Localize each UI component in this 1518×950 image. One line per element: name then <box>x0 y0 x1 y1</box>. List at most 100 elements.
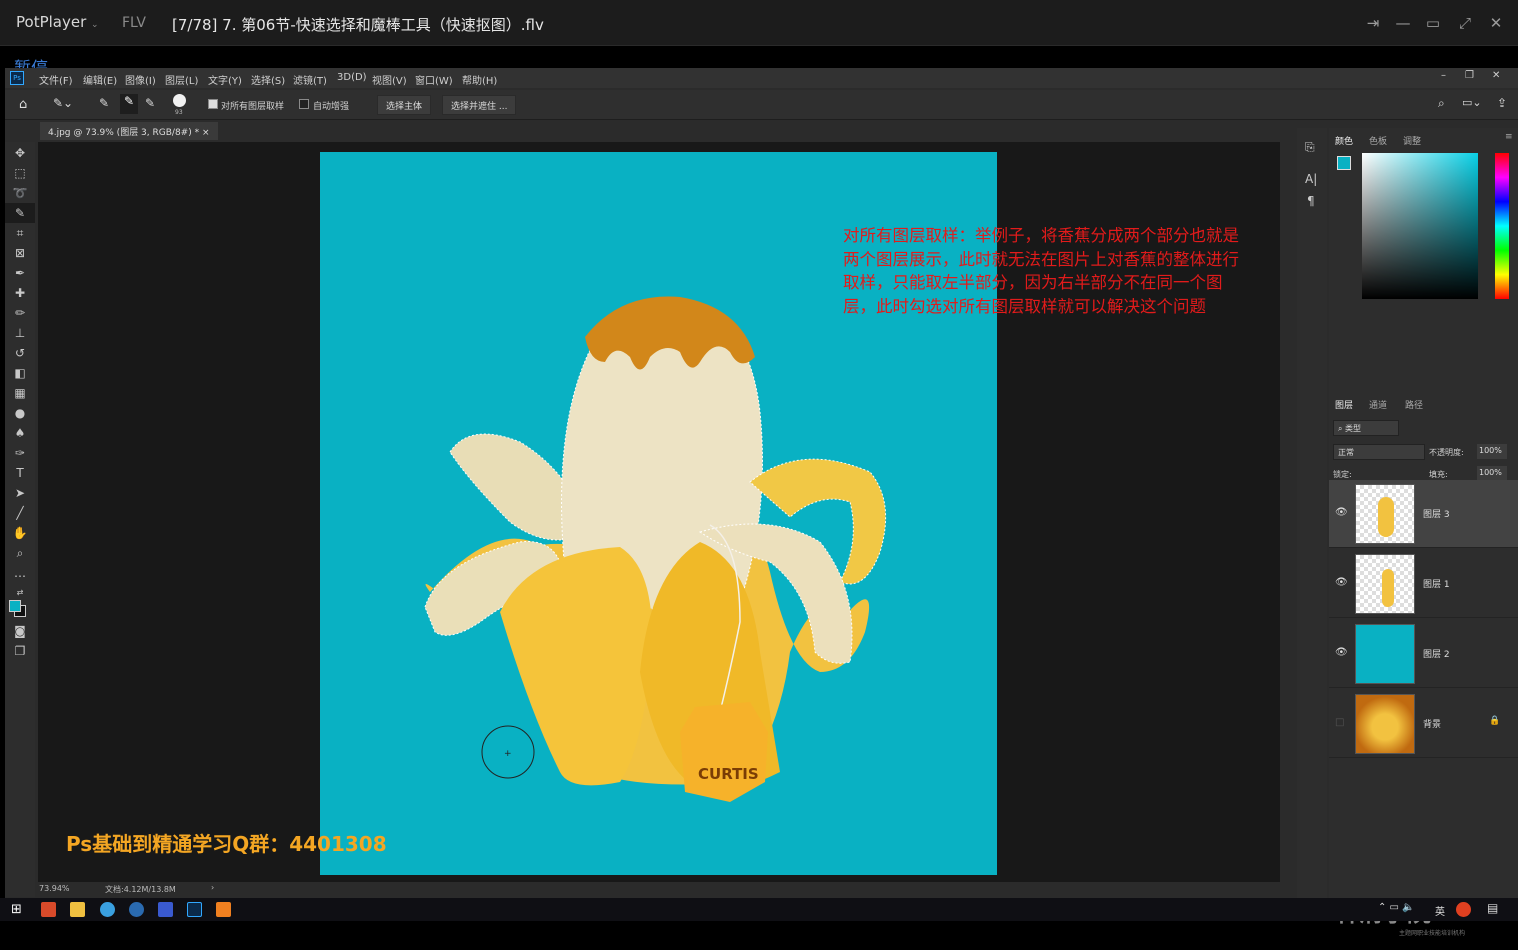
photoshop-taskbar-icon[interactable] <box>187 902 202 917</box>
panel-menu-icon[interactable]: ≡ <box>1505 132 1513 142</box>
tab-color[interactable]: 颜色 <box>1335 134 1353 147</box>
layer-row[interactable]: 👁 图层 2 <box>1329 620 1518 688</box>
pen-tool-icon[interactable]: ✑ <box>5 443 35 463</box>
hand-tool-icon[interactable]: ✋ <box>5 523 35 543</box>
color-field[interactable] <box>1362 153 1478 299</box>
zoom-tool-icon[interactable]: ⌕ <box>5 543 35 563</box>
move-tool-icon[interactable]: ✥ <box>5 143 35 163</box>
brush-preview-icon[interactable] <box>173 94 186 107</box>
hue-slider[interactable] <box>1495 153 1509 299</box>
layer-row[interactable]: 👁 图层 1 <box>1329 550 1518 618</box>
blur-tool-icon[interactable]: ● <box>5 403 35 423</box>
app-icon[interactable] <box>129 902 144 917</box>
status-chevron-icon[interactable]: › <box>211 883 214 892</box>
screen-mode-icon[interactable]: ❐ <box>5 641 35 661</box>
tab-layers[interactable]: 图层 <box>1335 398 1353 411</box>
menu-type[interactable]: 文字(Y) <box>208 72 242 87</box>
share-icon[interactable]: ⇪ <box>1497 96 1507 110</box>
menu-image[interactable]: 图像(I) <box>125 72 156 87</box>
eyedropper-tool-icon[interactable]: ✒ <box>5 263 35 283</box>
ps-restore-icon[interactable]: ❐ <box>1465 70 1474 81</box>
auto-enhance-checkbox[interactable] <box>299 99 309 109</box>
windows-start-icon[interactable]: ⊞ <box>11 902 22 917</box>
menu-view[interactable]: 视图(V) <box>372 72 407 87</box>
potplayer-taskbar-icon[interactable] <box>216 902 231 917</box>
ime-indicator[interactable]: 英 <box>1435 903 1445 918</box>
file-explorer-icon[interactable] <box>70 902 85 917</box>
type-tool-icon[interactable]: T <box>5 463 35 483</box>
path-select-icon[interactable]: ➤ <box>5 483 35 503</box>
quick-mask-icon[interactable]: ◙ <box>5 621 35 641</box>
app-icon[interactable] <box>158 902 173 917</box>
brush-tool-icon[interactable]: ✏ <box>5 303 35 323</box>
sogou-icon[interactable] <box>1456 902 1471 917</box>
visibility-toggle[interactable]: □ <box>1335 717 1344 728</box>
new-selection-icon[interactable]: ✎ <box>99 96 109 110</box>
menu-filter[interactable]: 滤镜(T) <box>293 72 327 87</box>
maximize-icon[interactable]: ▭ <box>1422 12 1444 34</box>
fullscreen-icon[interactable]: ⤢ <box>1454 12 1476 34</box>
player-logo[interactable]: PotPlayer ⌄ <box>16 13 99 31</box>
eraser-tool-icon[interactable]: ◧ <box>5 363 35 383</box>
line-tool-icon[interactable]: ╱ <box>5 503 35 523</box>
dodge-tool-icon[interactable]: ♠ <box>5 423 35 443</box>
menu-layer[interactable]: 图层(L) <box>165 72 198 87</box>
menu-help[interactable]: 帮助(H) <box>462 72 497 87</box>
app-icon[interactable] <box>41 902 56 917</box>
document-tab[interactable]: 4.jpg @ 73.9% (图层 3, RGB/8#) * × <box>40 122 218 140</box>
paragraph-icon[interactable]: ¶ <box>1307 194 1315 208</box>
sample-all-layers-checkbox[interactable] <box>208 99 218 109</box>
layer-row[interactable]: □ 背景 🔒 <box>1329 690 1518 758</box>
notification-icon[interactable]: ▤ <box>1487 901 1498 915</box>
blend-mode-select[interactable]: 正常 <box>1333 444 1425 460</box>
pin-icon[interactable]: ⇥ <box>1362 12 1384 34</box>
menu-window[interactable]: 窗口(W) <box>415 72 453 87</box>
layer-row[interactable]: 👁 图层 3 <box>1329 480 1518 548</box>
zoom-level[interactable]: 73.94% <box>39 884 70 893</box>
history-brush-icon[interactable]: ↺ <box>5 343 35 363</box>
select-and-mask-button[interactable]: 选择并遮住 ... <box>442 95 517 115</box>
marquee-tool-icon[interactable]: ⬚ <box>5 163 35 183</box>
crop-tool-icon[interactable]: ⌗ <box>5 223 35 243</box>
menu-select[interactable]: 选择(S) <box>251 72 285 87</box>
workspace-icon[interactable]: ▭⌄ <box>1462 96 1482 109</box>
quick-select-tool-icon[interactable]: ✎ <box>5 203 35 223</box>
tab-swatches[interactable]: 色板 <box>1369 134 1387 147</box>
eye-icon[interactable]: 👁 <box>1335 577 1348 588</box>
healing-brush-icon[interactable]: ✚ <box>5 283 35 303</box>
tab-adjustments[interactable]: 调整 <box>1403 134 1421 147</box>
select-subject-button[interactable]: 选择主体 <box>377 95 432 115</box>
tray-icons[interactable]: ⌃ ▭ 🔈 <box>1378 902 1415 913</box>
close-icon[interactable]: ✕ <box>1485 12 1507 34</box>
opacity-field[interactable]: 100% <box>1477 444 1507 459</box>
menu-3d[interactable]: 3D(D) <box>337 72 367 83</box>
stamp-tool-icon[interactable]: ⊥ <box>5 323 35 343</box>
character-icon[interactable]: A| <box>1305 172 1317 186</box>
eye-icon[interactable]: 👁 <box>1335 507 1348 518</box>
lasso-tool-icon[interactable]: ➰ <box>5 183 35 203</box>
foreground-color[interactable] <box>1337 156 1351 170</box>
ps-minimize-icon[interactable]: – <box>1441 70 1446 81</box>
search-icon[interactable]: ⌕ <box>1438 96 1445 111</box>
eye-icon[interactable]: 👁 <box>1335 647 1348 658</box>
tab-channels[interactable]: 通道 <box>1369 398 1387 411</box>
history-icon[interactable]: ⎘ <box>1305 140 1315 155</box>
ps-close-icon[interactable]: ✕ <box>1492 70 1500 81</box>
gradient-tool-icon[interactable]: ▦ <box>5 383 35 403</box>
frame-tool-icon[interactable]: ⊠ <box>5 243 35 263</box>
tab-close-icon[interactable]: × <box>202 128 210 138</box>
browser-icon[interactable] <box>100 902 115 917</box>
swap-colors-icon[interactable]: ⇄ <box>5 583 35 599</box>
minimize-icon[interactable]: — <box>1392 12 1414 34</box>
home-icon[interactable]: ⌂ <box>19 97 27 112</box>
fill-field[interactable]: 100% <box>1477 466 1507 481</box>
subtract-selection-icon[interactable]: ✎ <box>145 96 155 110</box>
menu-file[interactable]: 文件(F) <box>39 72 73 87</box>
layer-filter-select[interactable]: ⌕ 类型 <box>1333 420 1399 436</box>
add-selection-icon[interactable]: ✎ <box>120 94 138 114</box>
quick-select-preset-icon[interactable]: ✎⌄ <box>53 96 73 110</box>
more-tools-icon[interactable]: … <box>5 563 35 583</box>
tab-paths[interactable]: 路径 <box>1405 398 1423 411</box>
color-swatches[interactable] <box>5 599 35 621</box>
menu-edit[interactable]: 编辑(E) <box>83 72 117 87</box>
